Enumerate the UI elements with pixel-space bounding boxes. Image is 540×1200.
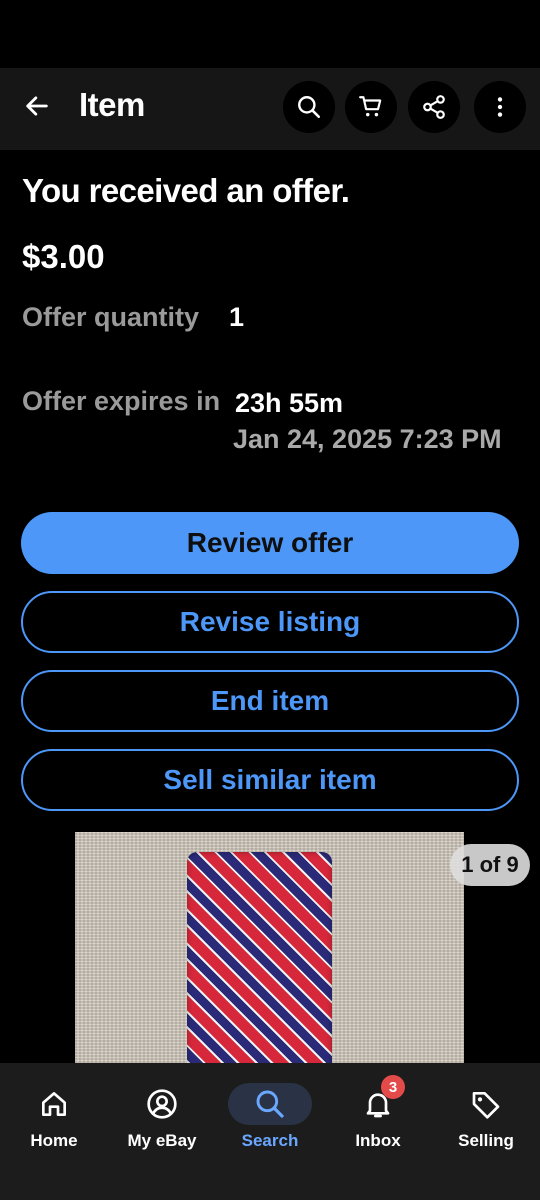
app-bar: Item — [0, 68, 540, 150]
search-icon — [228, 1083, 312, 1125]
photo-counter: 1 of 9 — [450, 844, 530, 886]
cart-icon — [359, 96, 382, 117]
offer-expires-date: Jan 24, 2025 7:23 PM — [233, 424, 502, 454]
back-button[interactable] — [20, 89, 54, 123]
nav-selling[interactable]: Selling — [432, 1063, 540, 1200]
bottom-navigation: Home My eBay Search 3 Inbox Selling — [0, 1063, 540, 1200]
share-button[interactable] — [408, 81, 460, 133]
nav-home-label: Home — [30, 1131, 78, 1150]
user-circle-icon — [120, 1083, 204, 1125]
nav-my-ebay-label: My eBay — [127, 1131, 197, 1150]
cart-button[interactable] — [345, 81, 397, 133]
more-vertical-icon — [497, 97, 503, 117]
sell-similar-item-button[interactable]: Sell similar item — [21, 749, 519, 811]
arrow-left-icon — [26, 96, 48, 116]
nav-inbox[interactable]: 3 Inbox — [324, 1063, 432, 1200]
end-item-button[interactable]: End item — [21, 670, 519, 732]
bell-icon — [336, 1083, 420, 1125]
status-bar — [0, 0, 540, 68]
search-icon — [298, 96, 321, 119]
review-offer-button[interactable]: Review offer — [21, 512, 519, 574]
offer-headline: You received an offer. — [22, 172, 350, 209]
tag-icon — [444, 1083, 528, 1125]
tie-image — [187, 852, 332, 1064]
offer-quantity-label: Offer quantity — [22, 302, 200, 332]
nav-my-ebay[interactable]: My eBay — [108, 1063, 216, 1200]
inbox-badge: 3 — [381, 1075, 405, 1099]
share-icon — [423, 95, 445, 119]
nav-search[interactable]: Search — [216, 1063, 324, 1200]
offer-price: $3.00 — [22, 238, 105, 275]
item-photo[interactable] — [75, 832, 464, 1064]
more-options-button[interactable] — [474, 81, 526, 133]
nav-inbox-label: Inbox — [355, 1131, 401, 1150]
offer-quantity-value: 1 — [229, 302, 245, 332]
nav-search-label: Search — [241, 1131, 299, 1150]
revise-listing-button[interactable]: Revise listing — [21, 591, 519, 653]
page-title: Item — [79, 86, 145, 123]
home-icon — [12, 1083, 96, 1125]
nav-selling-label: Selling — [458, 1131, 514, 1150]
search-button[interactable] — [283, 81, 335, 133]
offer-expires-label: Offer expires in — [22, 386, 221, 416]
offer-expires-value: 23h 55m — [235, 388, 344, 418]
nav-home[interactable]: Home — [0, 1063, 108, 1200]
